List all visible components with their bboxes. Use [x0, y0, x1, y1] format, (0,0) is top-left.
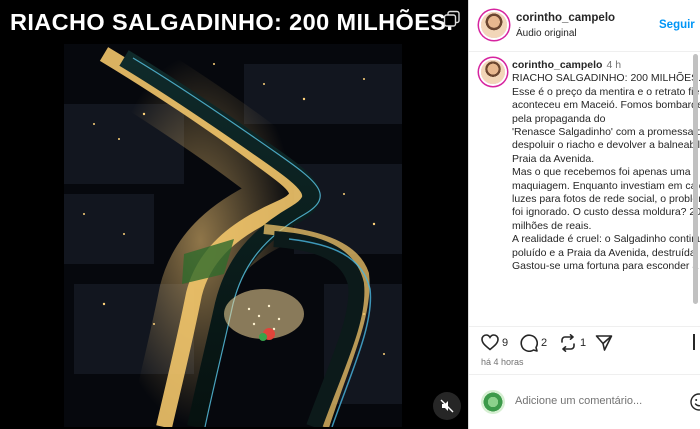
aerial-night-photo — [64, 44, 402, 427]
repost-action[interactable]: 1 — [559, 334, 586, 352]
action-bar: 9 2 1 há 4 horas — [469, 326, 700, 374]
comment-count: 2 — [541, 337, 548, 349]
caption-time: 4 h — [606, 59, 622, 71]
copy-icon[interactable] — [443, 10, 461, 28]
caption-text: RIACHO SALGADINHO: 200 MILHÕES. Esse é o… — [512, 72, 700, 273]
post-header: corintho_campelo Áudio original Seguir — [469, 0, 700, 52]
bookmark-icon[interactable] — [693, 334, 700, 350]
author-username[interactable]: corintho_campelo — [516, 12, 615, 24]
comment-input[interactable] — [515, 395, 675, 407]
mute-button[interactable] — [433, 392, 461, 420]
caption-username[interactable]: corintho_campelo — [512, 59, 602, 71]
media-overlay-title: RIACHO SALGADINHO: 200 MILHÕES. — [10, 9, 454, 35]
share-icon[interactable] — [595, 334, 613, 352]
like-count: 9 — [502, 336, 509, 349]
comment-action[interactable]: 2 — [520, 334, 547, 352]
author-avatar[interactable] — [481, 12, 507, 38]
post-media[interactable]: RIACHO SALGADINHO: 200 MILHÕES. — [0, 0, 468, 429]
caption-body: corintho_campelo 4 h RIACHO SALGADINHO: 2… — [512, 59, 700, 274]
mute-icon — [440, 399, 454, 413]
like-action[interactable]: 9 — [481, 334, 508, 351]
caption-avatar[interactable] — [481, 60, 505, 84]
viewer-avatar — [481, 390, 505, 414]
repost-count: 1 — [580, 337, 587, 349]
audio-label[interactable]: Áudio original — [516, 28, 577, 39]
caption-section: corintho_campelo 4 h RIACHO SALGADINHO: 2… — [469, 53, 700, 323]
posted-time: há 4 horas — [481, 357, 524, 367]
follow-button[interactable]: Seguir — [659, 19, 695, 31]
comment-bar — [469, 374, 700, 429]
caption-scrollbar[interactable] — [693, 54, 698, 322]
emoji-icon[interactable] — [690, 393, 700, 411]
comment-icon[interactable] — [520, 334, 538, 352]
share-action[interactable] — [595, 334, 613, 352]
post-sidebar: corintho_campelo Áudio original Seguir c… — [468, 0, 700, 429]
scroll-thumb[interactable] — [693, 54, 698, 304]
repost-icon[interactable] — [559, 334, 577, 352]
heart-icon[interactable] — [481, 334, 499, 351]
